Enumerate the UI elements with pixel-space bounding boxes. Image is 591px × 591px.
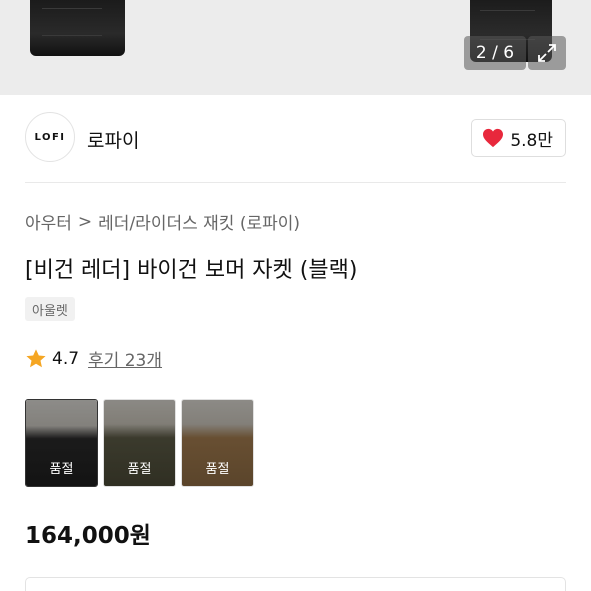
breadcrumb-category[interactable]: 아우터	[25, 209, 72, 234]
product-image-gallery[interactable]: 2 / 6	[0, 0, 591, 95]
sold-out-label: 품절	[205, 462, 230, 477]
heart-icon	[483, 128, 504, 148]
sold-out-label: 품절	[49, 462, 74, 477]
color-option-black[interactable]: 품절	[25, 399, 98, 487]
color-option-camel[interactable]: 품절	[181, 399, 254, 487]
brand-row: LOFI 로파이 5.8만	[25, 112, 566, 164]
coupon-box[interactable]	[25, 577, 566, 591]
brand-logo[interactable]: LOFI	[25, 112, 75, 162]
product-photo-left	[30, 0, 125, 56]
rating: 4.7 후기 23개	[25, 346, 162, 371]
expand-icon	[538, 44, 556, 62]
color-option-khaki[interactable]: 품절	[103, 399, 176, 487]
divider	[25, 182, 566, 183]
outlet-badge: 아울렛	[25, 297, 75, 321]
breadcrumb-subcategory[interactable]: 레더/라이더스 재킷 (로파이)	[98, 209, 300, 234]
reviews-link[interactable]: 후기 23개	[88, 346, 162, 371]
expand-button[interactable]	[528, 36, 566, 70]
rating-value: 4.7	[52, 348, 80, 369]
breadcrumb-separator: >	[77, 211, 93, 232]
like-count: 5.8만	[510, 130, 553, 151]
star-icon	[26, 348, 46, 367]
product-price: 164,000원	[25, 523, 151, 549]
product-title: [비건 레더] 바이건 보머 자켓 (블랙)	[25, 258, 358, 283]
sold-out-label: 품절	[127, 462, 152, 477]
image-counter: 2 / 6	[464, 36, 526, 70]
brand-name[interactable]: 로파이	[87, 126, 139, 153]
color-options: 품절 품절 품절	[25, 399, 254, 487]
like-button[interactable]: 5.8만	[471, 119, 566, 157]
breadcrumb: 아우터 > 레더/라이더스 재킷 (로파이)	[25, 209, 300, 235]
